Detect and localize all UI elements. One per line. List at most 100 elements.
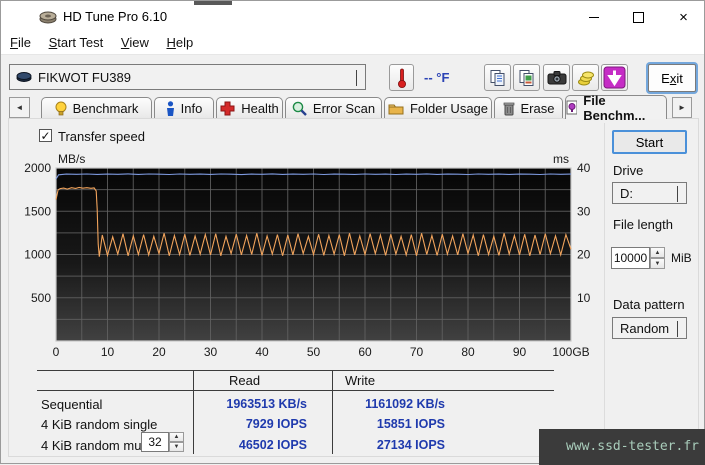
title-bar: HD Tune Pro 6.10 ×: [1, 1, 704, 33]
queue-depth-input[interactable]: 32: [141, 432, 169, 452]
device-select[interactable]: FIKWOT FU389: [9, 64, 366, 90]
tab-strip: ◄ Benchmark Info Health: [1, 95, 704, 119]
queue-depth-down-button[interactable]: ▼: [169, 442, 184, 452]
copy-image-button[interactable]: [513, 64, 540, 91]
thermometer-icon: [397, 68, 407, 88]
copy-text-button[interactable]: [484, 64, 511, 91]
check-icon: ✓: [40, 130, 50, 142]
background-window-artifact: [194, 1, 232, 5]
app-disk-icon: [39, 11, 57, 24]
menu-start-test[interactable]: Start Test: [42, 33, 111, 52]
menu-view[interactable]: View: [114, 33, 156, 52]
transfer-speed-label: Transfer speed: [58, 129, 145, 144]
drive-select-value: D:: [620, 186, 633, 201]
save-results-button[interactable]: [601, 64, 628, 91]
close-button[interactable]: ×: [661, 1, 705, 33]
svg-text:40: 40: [577, 161, 591, 175]
tab-scroll-left-button[interactable]: ◄: [9, 97, 30, 118]
svg-text:500: 500: [31, 291, 51, 305]
temperature-button[interactable]: [389, 64, 414, 91]
exit-button[interactable]: Exit: [648, 64, 696, 92]
screenshot-button[interactable]: [543, 64, 570, 91]
close-icon: ×: [679, 10, 688, 25]
health-cross-icon: [220, 101, 235, 116]
tab-folder-usage[interactable]: Folder Usage: [384, 97, 492, 119]
random-single-read-value: 7929 IOPS: [193, 417, 307, 431]
trash-icon: [503, 101, 515, 116]
results-column-write: Write: [345, 373, 375, 388]
svg-text:ms: ms: [553, 152, 569, 166]
svg-text:80: 80: [461, 345, 475, 359]
sequential-read-value: 1963513 KB/s: [193, 397, 307, 411]
file-length-up-button[interactable]: ▲: [650, 247, 665, 258]
file-length-input[interactable]: 10000: [611, 247, 650, 269]
random-single-write-value: 15851 IOPS: [333, 417, 445, 431]
sequential-write-value: 1161092 KB/s: [333, 397, 445, 411]
svg-text:1500: 1500: [24, 204, 51, 218]
row-random-multi-label: 4 KiB random multi: [41, 438, 151, 453]
tab-info[interactable]: Info: [154, 97, 214, 119]
data-pattern-select[interactable]: Random: [612, 317, 687, 339]
copy-image-icon: [518, 69, 536, 87]
results-top-line: [37, 370, 554, 371]
random-multi-write-value: 27134 IOPS: [333, 438, 445, 452]
start-button[interactable]: Start: [612, 130, 687, 154]
menu-help[interactable]: Help: [159, 33, 200, 52]
random-multi-read-value: 46502 IOPS: [193, 438, 307, 452]
tab-error-scan[interactable]: Error Scan: [285, 97, 382, 119]
arrow-down-icon: ▼: [174, 444, 180, 450]
maximize-button[interactable]: [616, 1, 661, 33]
camera-icon: [547, 70, 567, 86]
tab-benchmark[interactable]: Benchmark: [41, 97, 152, 119]
transfer-speed-checkbox[interactable]: ✓: [39, 129, 52, 142]
arrow-up-icon: ▲: [655, 250, 661, 256]
results-column-read: Read: [229, 373, 260, 388]
svg-text:70: 70: [410, 345, 424, 359]
file-length-unit: MiB: [671, 251, 692, 265]
queue-depth-spinner: ▲ ▼: [169, 432, 184, 452]
drive-select[interactable]: D:: [612, 182, 687, 204]
svg-text:0: 0: [53, 345, 60, 359]
benchmark-bulb-icon: [55, 101, 67, 116]
copy-text-icon: [489, 69, 507, 87]
svg-text:90: 90: [513, 345, 527, 359]
svg-text:1000: 1000: [24, 248, 51, 262]
drive-select-chevron-icon: [677, 186, 686, 201]
queue-depth-up-button[interactable]: ▲: [169, 432, 184, 442]
coins-icon: [577, 69, 595, 87]
toolbar: FIKWOT FU389 -- °F: [1, 54, 704, 96]
menu-bar: File Start Test View Help: [1, 33, 704, 54]
download-arrow-icon: [603, 66, 626, 89]
tab-scroll-right-button[interactable]: ►: [672, 97, 692, 118]
svg-text:10: 10: [101, 345, 115, 359]
device-select-chevron-icon: [356, 70, 365, 85]
results-header-line: [37, 390, 554, 391]
minimize-button[interactable]: [571, 1, 616, 33]
svg-text:60: 60: [358, 345, 372, 359]
file-length-spinner: ▲ ▼: [650, 247, 665, 269]
tab-erase[interactable]: Erase: [494, 97, 563, 119]
device-select-value: FIKWOT FU389: [38, 70, 131, 85]
watermark: www.ssd-tester.fr: [539, 429, 705, 465]
svg-text:10: 10: [577, 291, 591, 305]
minimize-icon: [589, 17, 599, 18]
tab-file-benchmark[interactable]: File Benchm...: [565, 95, 667, 119]
svg-text:20: 20: [577, 248, 591, 262]
menu-file[interactable]: File: [3, 33, 38, 52]
svg-text:30: 30: [204, 345, 218, 359]
maximize-icon: [633, 12, 644, 23]
tab-scroll-left-icon: ◄: [16, 103, 24, 112]
coins-button[interactable]: [572, 64, 599, 91]
svg-text:20: 20: [152, 345, 166, 359]
tab-health[interactable]: Health: [216, 97, 283, 119]
data-pattern-label: Data pattern: [613, 297, 685, 312]
file-length-down-button[interactable]: ▼: [650, 258, 665, 269]
arrow-down-icon: ▼: [655, 261, 661, 267]
svg-text:MB/s: MB/s: [58, 152, 85, 166]
data-pattern-value: Random: [620, 321, 669, 336]
benchmark-chart: MB/sms2000150010005004030201001020304050…: [19, 151, 625, 363]
arrow-up-icon: ▲: [174, 434, 180, 440]
temperature-value: -- °F: [424, 70, 449, 85]
svg-text:30: 30: [577, 204, 591, 218]
hd-tune-window: HD Tune Pro 6.10 × File Start Test View …: [0, 0, 705, 464]
